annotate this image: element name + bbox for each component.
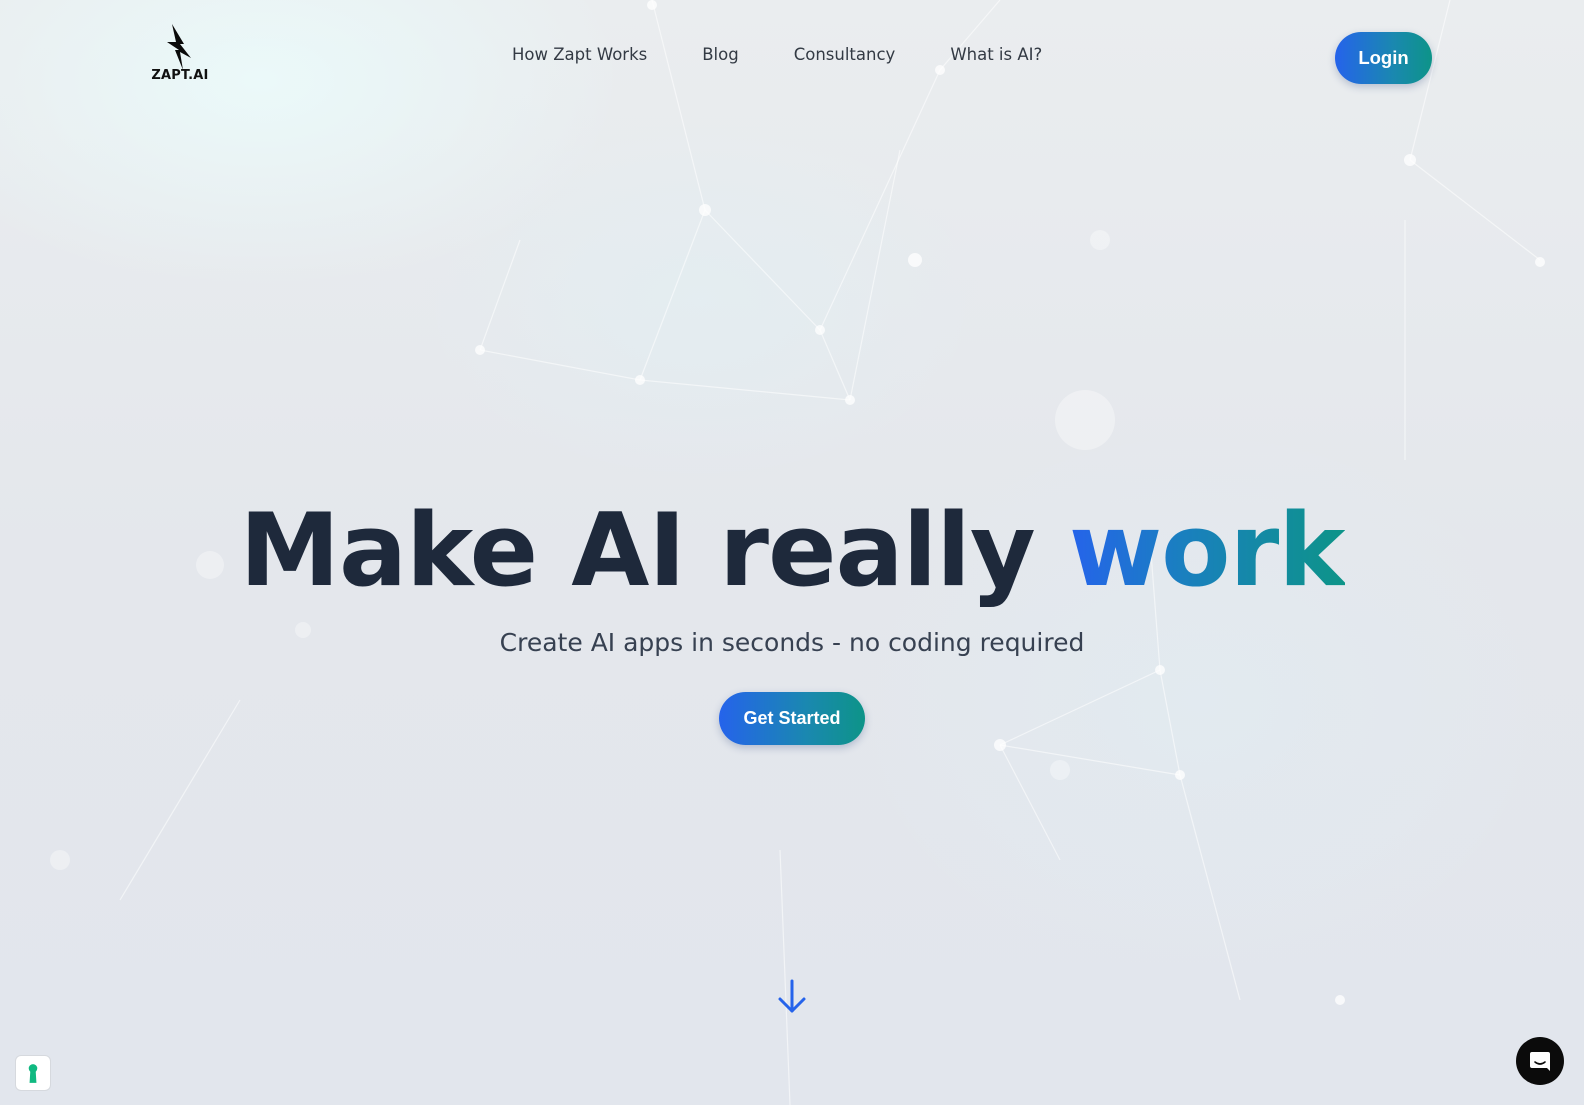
hero-subheadline: Create AI apps in seconds - no coding re…	[499, 628, 1085, 657]
cookie-settings-button[interactable]	[15, 1055, 51, 1091]
keyhole-icon	[28, 1063, 38, 1083]
nav-link-consultancy[interactable]: Consultancy	[794, 45, 896, 64]
nav-link-how-zapt-works[interactable]: How Zapt Works	[512, 45, 647, 64]
nav-link-blog[interactable]: Blog	[702, 45, 738, 64]
chat-bubble-icon	[1530, 1052, 1550, 1071]
scroll-down-button[interactable]	[775, 978, 809, 1016]
hero-headline: Make AI really work	[0, 490, 1584, 610]
hero-section: Make AI really work Create AI apps in se…	[0, 490, 1584, 745]
brand-logo[interactable]: ZAPT.AI	[150, 24, 210, 90]
arrow-down-icon	[778, 979, 806, 1013]
site-header: ZAPT.AI How Zapt Works Blog Consultancy …	[0, 0, 1584, 115]
login-button[interactable]: Login	[1335, 32, 1432, 84]
chat-widget-button[interactable]	[1516, 1037, 1564, 1085]
nav-link-what-is-ai[interactable]: What is AI?	[950, 45, 1042, 64]
hero-headline-accent: work	[1068, 491, 1346, 609]
hero-headline-main: Make AI really	[239, 491, 1069, 609]
main-nav: How Zapt Works Blog Consultancy What is …	[512, 45, 1042, 64]
lightning-bolt-icon	[167, 24, 191, 70]
brand-name: ZAPT.AI	[151, 68, 209, 83]
get-started-button[interactable]: Get Started	[719, 692, 865, 745]
